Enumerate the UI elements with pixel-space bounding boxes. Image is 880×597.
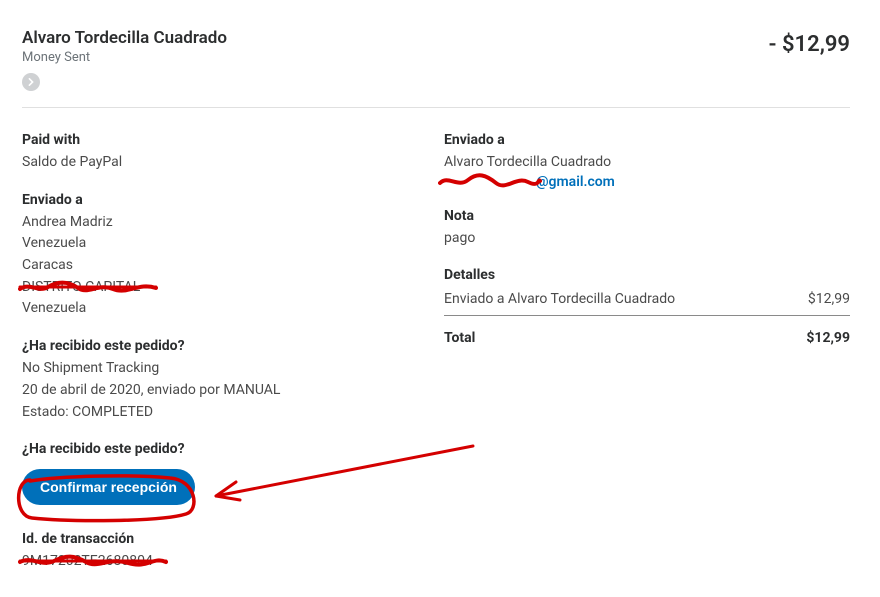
redacted-text: 9M17202TE2680804 bbox=[22, 553, 153, 569]
address-line: Venezuela bbox=[22, 298, 406, 320]
shipment-status-block: ¿Ha recibido este pedido? No Shipment Tr… bbox=[22, 338, 406, 423]
confirm-block: ¿Ha recibido este pedido? Confirmar rece… bbox=[22, 441, 406, 525]
details-block: Detalles Enviado a Alvaro Tordecilla Cua… bbox=[444, 267, 850, 346]
transaction-amount: - $12,99 bbox=[768, 28, 850, 57]
confirm-receipt-button[interactable]: Confirmar recepción bbox=[22, 469, 195, 505]
detail-amount: $12,99 bbox=[808, 291, 850, 307]
total-row: Total $12,99 bbox=[444, 316, 850, 346]
address-line: Venezuela bbox=[22, 233, 406, 255]
detail-line-item: Enviado a Alvaro Tordecilla Cuadrado $12… bbox=[444, 287, 850, 316]
transaction-header: Alvaro Tordecilla Cuadrado Money Sent - … bbox=[22, 28, 850, 108]
details-title: Detalles bbox=[444, 267, 850, 283]
transaction-detail-page: Alvaro Tordecilla Cuadrado Money Sent - … bbox=[0, 0, 880, 597]
redacted-text: DISTRITO CAPITAL bbox=[22, 279, 140, 295]
transaction-subtitle: Money Sent bbox=[22, 50, 227, 65]
address-line: Andrea Madriz bbox=[22, 212, 406, 234]
tracking-date: 20 de abril de 2020, enviado por MANUAL bbox=[22, 380, 406, 402]
recipient-name: Alvaro Tordecilla Cuadrado bbox=[22, 28, 227, 48]
sent-to-block: Enviado a Alvaro Tordecilla Cuadrado xxx… bbox=[444, 132, 850, 190]
shipped-to-block: Enviado a Andrea Madriz Venezuela Caraca… bbox=[22, 192, 406, 320]
note-value: pago bbox=[444, 228, 850, 250]
header-left: Alvaro Tordecilla Cuadrado Money Sent bbox=[22, 28, 227, 91]
shipped-to-title: Enviado a bbox=[22, 192, 406, 208]
shipped-to-address: Andrea Madriz Venezuela Caracas DISTRITO… bbox=[22, 212, 406, 320]
sent-to-name: Alvaro Tordecilla Cuadrado bbox=[444, 152, 850, 174]
sent-to-email[interactable]: xxxxxxxxxx @gmail.com bbox=[444, 174, 615, 190]
chevron-right-icon bbox=[27, 78, 35, 86]
sent-to-title: Enviado a bbox=[444, 132, 850, 148]
right-column: Enviado a Alvaro Tordecilla Cuadrado xxx… bbox=[436, 132, 850, 573]
received-question-2: ¿Ha recibido este pedido? bbox=[22, 441, 406, 457]
tracking-state: Estado: COMPLETED bbox=[22, 402, 406, 424]
note-title: Nota bbox=[444, 208, 850, 224]
transaction-id-title: Id. de transacción bbox=[22, 531, 406, 547]
email-suffix: @gmail.com bbox=[536, 174, 615, 190]
transaction-id-value: 9M17202TE2680804 bbox=[22, 551, 153, 573]
paid-with-value: Saldo de PayPal bbox=[22, 152, 406, 174]
address-line-redacted: DISTRITO CAPITAL bbox=[22, 277, 140, 299]
redaction-scribble-icon bbox=[438, 173, 542, 187]
note-block: Nota pago bbox=[444, 208, 850, 250]
transaction-body: Paid with Saldo de PayPal Enviado a Andr… bbox=[22, 108, 850, 573]
address-line: Caracas bbox=[22, 255, 406, 277]
received-question: ¿Ha recibido este pedido? bbox=[22, 338, 406, 354]
total-label: Total bbox=[444, 330, 475, 346]
paid-with-title: Paid with bbox=[22, 132, 406, 148]
left-column: Paid with Saldo de PayPal Enviado a Andr… bbox=[22, 132, 436, 573]
detail-label: Enviado a Alvaro Tordecilla Cuadrado bbox=[444, 291, 675, 307]
tracking-none: No Shipment Tracking bbox=[22, 358, 406, 380]
transaction-id-block: Id. de transacción 9M17202TE2680804 bbox=[22, 531, 406, 573]
paid-with-block: Paid with Saldo de PayPal bbox=[22, 132, 406, 174]
expand-button[interactable] bbox=[22, 73, 40, 91]
total-amount: $12,99 bbox=[806, 330, 850, 346]
